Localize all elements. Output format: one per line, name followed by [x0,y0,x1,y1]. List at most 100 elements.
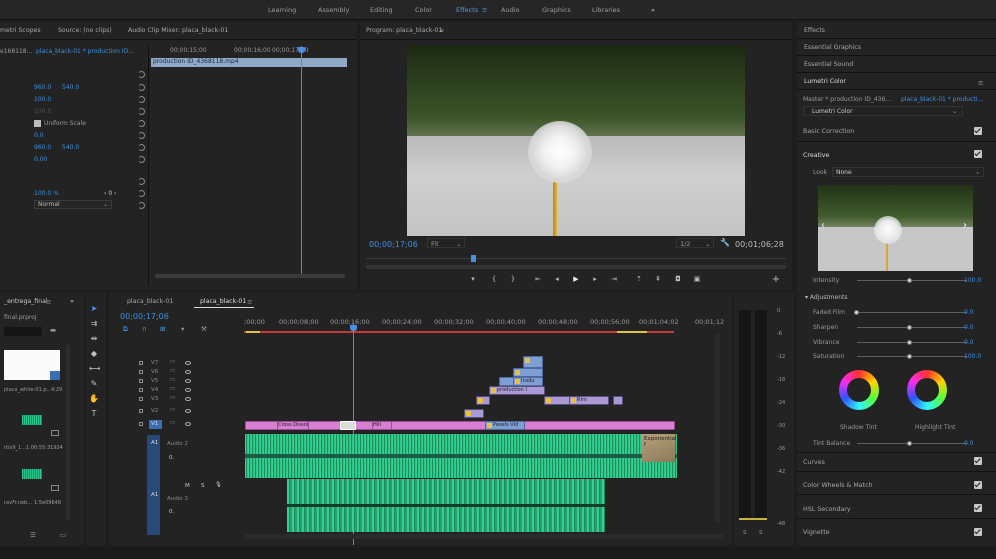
lift-icon[interactable]: ⇡ [634,275,644,283]
clip-insdu[interactable]: Insdu [513,377,543,386]
reset-icon[interactable] [138,190,145,197]
ws-libraries[interactable]: Libraries [592,6,620,14]
reset-icon[interactable] [138,156,145,163]
eye-icon[interactable] [185,409,191,413]
clip-exponential-fade[interactable]: Exponential f [642,434,677,462]
timeline-timecode[interactable]: 00;00;17;06 [120,312,169,321]
sync-icon[interactable]: ▭ [170,377,175,383]
adj-value[interactable]: 0.0 [964,339,974,346]
compare-icon[interactable]: ▣ [692,275,702,283]
extract-icon[interactable]: ⇞ [653,275,663,283]
creative-checkbox[interactable] [974,150,982,158]
reset-icon[interactable] [138,132,145,139]
track-header-v6[interactable]: V6 ▭ [109,368,209,377]
reset-icon[interactable] [138,84,145,91]
camera-icon[interactable]: ◘ [673,275,683,283]
razor-icon[interactable]: ◆ [89,349,99,358]
marker-icon[interactable]: ▾ [468,275,478,283]
track-header-v3[interactable]: V3 ▭ [109,395,209,404]
lock-icon[interactable] [139,379,143,383]
v1-clip-strip[interactable] [245,421,675,430]
ws-graphics[interactable]: Graphics [542,6,571,14]
intensity-slider[interactable] [857,280,967,281]
adj-value[interactable]: 0.0 [964,309,974,316]
uniform-scale-checkbox[interactable] [34,120,41,127]
solo-right-button[interactable]: S [759,530,763,536]
snap-icon[interactable]: ⧉ [123,325,128,334]
sharpen-slider[interactable] [857,327,967,328]
eye-icon[interactable] [185,361,191,365]
section-color-wheels[interactable]: Color Wheels & Match [803,482,873,489]
audio-source-patch[interactable] [147,435,160,535]
tab-audio-mixer[interactable]: Audio Clip Mixer: placa_black-01 [128,25,228,37]
lock-icon[interactable] [139,409,143,413]
sequence-label[interactable]: placa_black-01 * production ID... [36,47,134,57]
step-back-icon[interactable]: ◂ [552,275,562,283]
section-creative[interactable]: Creative [803,152,829,159]
wrench-icon[interactable]: ⚒ [201,325,207,333]
saturation-knob[interactable] [907,354,912,359]
ws-color[interactable]: Color [415,6,432,14]
video-frame[interactable] [407,46,745,236]
clip-hill[interactable]: Hill [372,421,392,430]
rotation-value[interactable]: 0.0 [34,131,44,141]
lock-icon[interactable] [139,422,143,426]
basic-correction-checkbox[interactable] [974,127,982,135]
opacity-value[interactable]: 100.0 % [34,189,59,199]
mini-playhead[interactable] [301,46,302,276]
lock-icon[interactable] [139,361,143,365]
mark-in-icon[interactable]: { [489,275,499,283]
clip-v6[interactable] [513,368,543,377]
vibrance-knob[interactable] [907,340,912,345]
tint-balance-knob[interactable] [907,441,912,446]
panel-menu-icon[interactable]: ≡ [978,79,983,87]
shadow-tint-wheel[interactable] [839,370,879,410]
clip-v7[interactable] [523,356,543,368]
ws-assembly[interactable]: Assembly [318,6,349,14]
panel-menu-icon[interactable]: ≡ [46,298,51,306]
overflow-icon[interactable]: » [70,297,74,305]
ws-audio[interactable]: Audio [501,6,519,14]
reset-icon[interactable] [138,96,145,103]
clip-rim[interactable]: Rim [569,396,609,405]
reset-icon[interactable] [138,202,145,209]
ws-effects[interactable]: Effects [456,6,478,14]
keyframe-nav[interactable]: ‹ 0 › [104,189,116,199]
tint-balance-slider[interactable] [857,443,967,444]
new-bin-icon[interactable]: ▭ [60,531,66,539]
blend-mode-select[interactable]: Normal ⌄ [34,200,112,209]
chevron-right-icon[interactable]: › [963,220,967,231]
reset-icon[interactable] [138,108,145,115]
ws-overflow-icon[interactable]: » [651,6,655,14]
adjustments-header[interactable]: ▾ Adjustments [805,294,848,301]
chevron-left-icon[interactable]: ‹ [821,220,825,231]
sync-icon[interactable]: ▭ [170,407,175,413]
intensity-knob[interactable] [907,278,912,283]
faded-film-knob[interactable] [854,310,859,315]
panel-menu-icon[interactable]: ≡ [439,27,444,34]
track-select-icon[interactable]: ⇉ [89,319,99,328]
position-x[interactable]: 960.0 [34,83,51,93]
eye-icon[interactable] [185,422,191,426]
project-scrollbar[interactable] [66,345,70,520]
timeline-v-scrollbar[interactable] [715,333,720,523]
track-header-v4[interactable]: V4 ▭ [109,386,209,395]
hsl-secondary-checkbox[interactable] [974,504,982,512]
master-clip-label[interactable]: Master * production ID_436... [803,96,891,103]
program-playhead[interactable] [471,255,476,262]
timeline-tab[interactable]: placa_black-01 [127,296,173,308]
go-to-in-icon[interactable]: ⇤ [533,275,543,283]
ws-learning[interactable]: Learning [268,6,296,14]
reset-icon[interactable] [138,144,145,151]
fit-select[interactable]: Fit ⌄ [427,238,465,248]
vignette-checkbox[interactable] [974,528,982,536]
track-header-v5[interactable]: V5 ▭ [109,377,209,386]
lock-icon[interactable] [139,370,143,374]
clip-cross-dissolve[interactable]: Cross Dissol [277,421,309,430]
tab-scopes[interactable]: metri Scopes [0,25,41,37]
section-curves[interactable]: Curves [803,459,825,466]
highlight-tint-wheel[interactable] [907,370,947,410]
mute-icon[interactable]: M [185,483,190,489]
mini-ruler[interactable]: 00;00;15;00 00;00;16;00 00;00;17;00 [150,46,347,56]
marker-icon[interactable]: ▾ [181,325,184,333]
